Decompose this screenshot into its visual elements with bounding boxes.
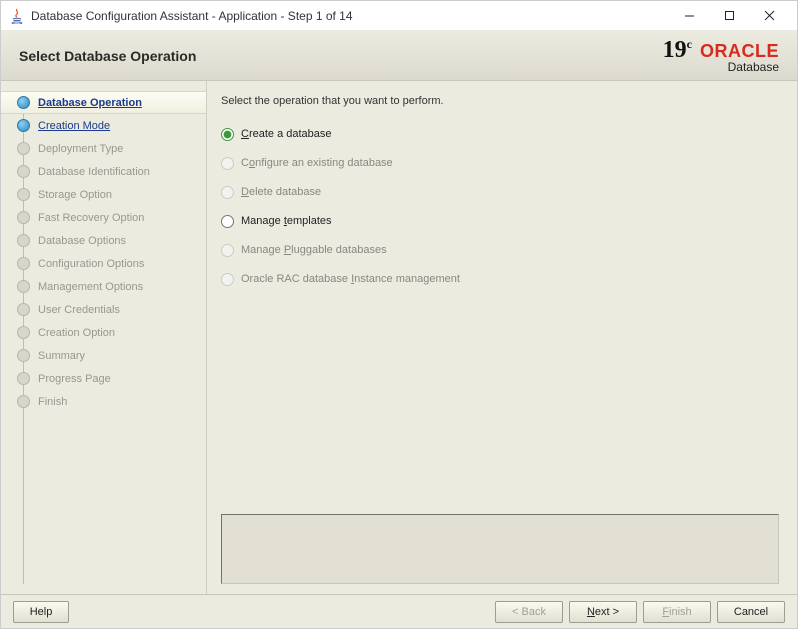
- step-bullet-icon: [17, 188, 30, 201]
- instruction-text: Select the operation that you want to pe…: [221, 95, 779, 107]
- oracle-logo: 19c ORACLE Database: [663, 37, 779, 74]
- step-bullet-icon: [17, 211, 30, 224]
- step-bullet-icon: [17, 234, 30, 247]
- operation-radio-group: Create a database Configure an existing d…: [221, 121, 779, 295]
- operation-radio[interactable]: [221, 215, 234, 228]
- step-label: Database Options: [38, 235, 126, 247]
- step-bullet-icon: [17, 96, 30, 109]
- step-label: Management Options: [38, 281, 143, 293]
- operation-label: Configure an existing database: [241, 157, 393, 169]
- help-button[interactable]: Help: [13, 601, 69, 623]
- main-panel: Select the operation that you want to pe…: [206, 81, 797, 594]
- wizard-step-4: Storage Option: [1, 183, 206, 206]
- page-title: Select Database Operation: [19, 48, 663, 64]
- wizard-step-11: Summary: [1, 344, 206, 367]
- step-bullet-icon: [17, 372, 30, 385]
- wizard-step-3: Database Identification: [1, 160, 206, 183]
- version-label: 19c: [663, 37, 692, 64]
- step-label: Finish: [38, 396, 67, 408]
- step-bullet-icon: [17, 142, 30, 155]
- step-bullet-icon: [17, 257, 30, 270]
- operation-label: Manage templates: [241, 215, 332, 227]
- operation-radio: [221, 157, 234, 170]
- step-bullet-icon: [17, 349, 30, 362]
- cancel-button[interactable]: Cancel: [717, 601, 785, 623]
- operation-option-1: Configure an existing database: [221, 150, 779, 176]
- brand-sublabel: Database: [728, 60, 779, 74]
- footer-bar: Help < Back Next > Finish Cancel: [1, 594, 797, 628]
- step-label[interactable]: Database Operation: [38, 97, 142, 109]
- brand-label: ORACLE: [700, 41, 779, 62]
- body: Database Operation Creation Mode Deploymen…: [1, 81, 797, 594]
- wizard-step-10: Creation Option: [1, 321, 206, 344]
- step-bullet-icon: [17, 303, 30, 316]
- wizard-step-12: Progress Page: [1, 367, 206, 390]
- operation-radio: [221, 273, 234, 286]
- wizard-step-7: Configuration Options: [1, 252, 206, 275]
- step-label: Progress Page: [38, 373, 111, 385]
- finish-button[interactable]: Finish: [643, 601, 711, 623]
- wizard-step-5: Fast Recovery Option: [1, 206, 206, 229]
- operation-radio: [221, 186, 234, 199]
- operation-label: Oracle RAC database Instance management: [241, 273, 460, 285]
- wizard-step-2: Deployment Type: [1, 137, 206, 160]
- step-label[interactable]: Creation Mode: [38, 120, 110, 132]
- wizard-step-8: Management Options: [1, 275, 206, 298]
- step-bullet-icon: [17, 119, 30, 132]
- wizard-steps: Database Operation Creation Mode Deploymen…: [1, 91, 206, 413]
- titlebar: Database Configuration Assistant - Appli…: [1, 1, 797, 31]
- wizard-step-6: Database Options: [1, 229, 206, 252]
- step-label: Fast Recovery Option: [38, 212, 144, 224]
- maximize-button[interactable]: [709, 4, 749, 28]
- step-bullet-icon: [17, 395, 30, 408]
- wizard-sidebar: Database Operation Creation Mode Deploymen…: [1, 81, 206, 594]
- operation-option-0[interactable]: Create a database: [221, 121, 779, 147]
- step-bullet-icon: [17, 326, 30, 339]
- app-window: Database Configuration Assistant - Appli…: [0, 0, 798, 629]
- step-label: Deployment Type: [38, 143, 123, 155]
- wizard-step-9: User Credentials: [1, 298, 206, 321]
- operation-label: Create a database: [241, 128, 332, 140]
- header-band: Select Database Operation 19c ORACLE Dat…: [1, 31, 797, 81]
- window-title: Database Configuration Assistant - Appli…: [31, 9, 669, 23]
- step-bullet-icon: [17, 280, 30, 293]
- step-bullet-icon: [17, 165, 30, 178]
- wizard-step-13: Finish: [1, 390, 206, 413]
- step-label: Configuration Options: [38, 258, 144, 270]
- wizard-step-0[interactable]: Database Operation: [1, 91, 206, 114]
- step-label: Creation Option: [38, 327, 115, 339]
- operation-radio: [221, 244, 234, 257]
- operation-option-4: Manage Pluggable databases: [221, 237, 779, 263]
- minimize-button[interactable]: [669, 4, 709, 28]
- back-button[interactable]: < Back: [495, 601, 563, 623]
- operation-label: Delete database: [241, 186, 321, 198]
- step-label: Storage Option: [38, 189, 112, 201]
- operation-radio[interactable]: [221, 128, 234, 141]
- operation-label: Manage Pluggable databases: [241, 244, 387, 256]
- operation-option-2: Delete database: [221, 179, 779, 205]
- step-label: Summary: [38, 350, 85, 362]
- wizard-step-1[interactable]: Creation Mode: [1, 114, 206, 137]
- window-controls: [669, 4, 789, 28]
- step-label: Database Identification: [38, 166, 150, 178]
- operation-option-3[interactable]: Manage templates: [221, 208, 779, 234]
- next-button[interactable]: Next >: [569, 601, 637, 623]
- step-label: User Credentials: [38, 304, 120, 316]
- help-text-area: [221, 514, 779, 584]
- close-button[interactable]: [749, 4, 789, 28]
- java-icon: [9, 8, 25, 24]
- operation-option-5: Oracle RAC database Instance management: [221, 266, 779, 292]
